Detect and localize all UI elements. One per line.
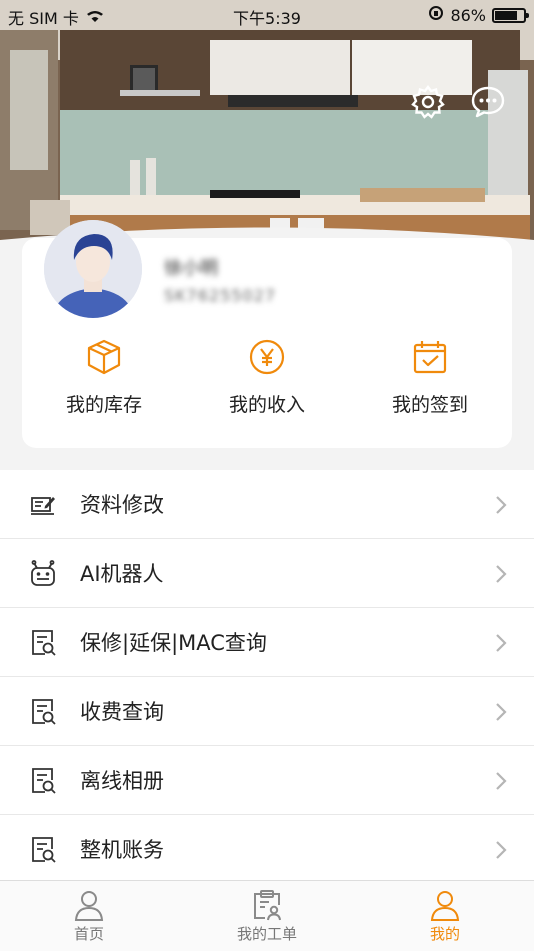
calendar-check-icon (348, 338, 512, 376)
yen-coin-icon (185, 338, 349, 376)
menu-item-ai-robot[interactable]: AI机器人 (0, 539, 534, 608)
chevron-right-icon (494, 701, 508, 723)
document-search-icon (28, 697, 58, 727)
tab-mine[interactable]: 我的 (385, 889, 505, 944)
menu-item-warranty-query[interactable]: 保修|延保|MAC查询 (0, 608, 534, 677)
tab-work-orders[interactable]: 我的工单 (207, 889, 327, 944)
robot-icon (28, 559, 58, 589)
menu-item-label: 整机账务 (80, 838, 164, 862)
user-id: SK76255027 (164, 286, 277, 305)
tab-bar: 首页 我的工单 我的 (0, 880, 534, 951)
menu-item-edit-profile[interactable]: 资料修改 (0, 470, 534, 539)
avatar[interactable] (44, 220, 142, 318)
menu-item-machine-accounts[interactable]: 整机账务 (0, 815, 534, 883)
edit-profile-icon (28, 490, 58, 520)
user-name: 徐小明 (164, 258, 218, 279)
chat-bubble-icon[interactable] (470, 84, 506, 120)
menu-item-label: 收费查询 (80, 700, 164, 724)
tab-label: 我的工单 (236, 925, 297, 943)
document-search-icon (28, 628, 58, 658)
profile-card: 徐小明 SK76255027 我的库存 我的收入 我的签到 (22, 220, 512, 448)
orientation-lock-icon (428, 5, 444, 25)
quick-action-checkin[interactable]: 我的签到 (348, 338, 512, 417)
gear-icon[interactable] (410, 84, 446, 120)
menu-item-fee-query[interactable]: 收费查询 (0, 677, 534, 746)
quick-action-inventory[interactable]: 我的库存 (22, 338, 186, 417)
clipboard-person-icon (207, 889, 327, 921)
settings-menu: 资料修改 AI机器人 保修|延保|MAC查询 收费查询 离线相册 整机账务 (0, 470, 534, 883)
chevron-right-icon (494, 494, 508, 516)
document-search-icon (28, 835, 58, 865)
quick-action-income[interactable]: 我的收入 (185, 338, 349, 417)
quick-action-label: 我的签到 (391, 394, 468, 416)
menu-item-label: 离线相册 (80, 769, 164, 793)
quick-action-label: 我的库存 (65, 394, 142, 416)
menu-item-label: 资料修改 (80, 493, 164, 517)
chevron-right-icon (494, 770, 508, 792)
menu-item-label: 保修|延保|MAC查询 (80, 631, 267, 655)
menu-item-label: AI机器人 (80, 562, 164, 586)
menu-item-offline-album[interactable]: 离线相册 (0, 746, 534, 815)
box-icon (22, 338, 186, 376)
tab-home[interactable]: 首页 (29, 889, 149, 944)
quick-action-label: 我的收入 (228, 394, 305, 416)
tab-label: 首页 (73, 925, 104, 943)
chevron-right-icon (494, 839, 508, 861)
chevron-right-icon (494, 632, 508, 654)
battery-percent: 86% (450, 5, 486, 25)
battery-icon (492, 7, 529, 23)
person-icon (385, 889, 505, 921)
chevron-right-icon (494, 563, 508, 585)
tab-label: 我的 (429, 925, 460, 943)
document-search-icon (28, 766, 58, 796)
status-bar: 无 SIM 卡 下午5:39 86% (0, 0, 534, 30)
person-icon (29, 889, 149, 921)
